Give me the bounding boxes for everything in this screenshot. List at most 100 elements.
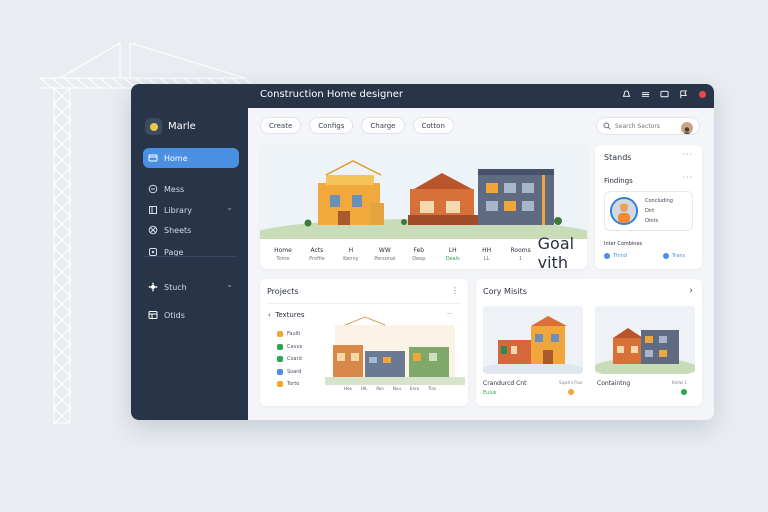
- list-item[interactable]: Faulti: [277, 328, 302, 341]
- hero-houses-illustration: [260, 145, 587, 239]
- chevron-right-icon[interactable]: ›: [689, 286, 693, 296]
- library-icon: [149, 206, 157, 214]
- window-title: Construction Home designer: [260, 89, 403, 100]
- project-icon: [277, 343, 283, 350]
- sidebar-item-stuch[interactable]: Stuch ⌄: [143, 277, 239, 297]
- project-icon: [277, 368, 283, 375]
- projects-card: Projects ⋮ ‹ Textures ··· Faulti Cavus C…: [260, 279, 468, 406]
- settings-icon: [148, 282, 158, 292]
- tile-caption: Crandurcd Cnt: [483, 380, 527, 387]
- brand[interactable]: Marle: [145, 118, 196, 135]
- tile-meta: Sujarni Flue: [559, 380, 583, 385]
- stat-item[interactable]: WW Personal: [368, 241, 402, 267]
- city-card: Cory Misits › Crandurcd Cnt Euius Sujarn…: [476, 279, 702, 406]
- sidebar-item-home[interactable]: Home: [143, 148, 239, 168]
- chevron-down-icon: ⌄: [226, 280, 233, 289]
- calendar-icon: [148, 311, 158, 319]
- search-input[interactable]: [615, 122, 675, 130]
- alert-icon[interactable]: [697, 89, 708, 100]
- list-item[interactable]: Cavus: [277, 341, 302, 354]
- more-icon[interactable]: ···: [682, 173, 693, 182]
- globe-icon: [604, 253, 610, 259]
- logo-icon: [145, 118, 162, 135]
- more-vertical-icon[interactable]: ⋮: [451, 286, 459, 295]
- project-list: Faulti Cavus Coard Soard Torto: [277, 328, 302, 391]
- notification-icon[interactable]: [621, 89, 632, 100]
- stats-row: Home Tome Acts Profile H Kenny WW Personal F…: [266, 234, 582, 272]
- sidebar-item-label: Sheets: [164, 225, 192, 235]
- sidebar-item-mess[interactable]: Mess: [143, 179, 239, 199]
- list-item[interactable]: Soard: [277, 366, 302, 379]
- stands-panel: Stands ··· Findings ··· Concluding Dirt …: [595, 145, 702, 269]
- sidebar-item-label: Mess: [164, 184, 185, 194]
- home-icon: [148, 154, 158, 162]
- sidebar: Marle Home Mess Library ⌄ Sheets Page St…: [131, 108, 248, 420]
- chip-create[interactable]: Create: [260, 117, 302, 134]
- status-dot-icon: [568, 389, 574, 395]
- chat-icon[interactable]: [659, 89, 670, 100]
- chip-configs[interactable]: Configs: [309, 117, 354, 134]
- main-content: Create Configs Charge Cotton Search Sect…: [248, 108, 714, 420]
- more-icon[interactable]: ···: [682, 150, 693, 159]
- title-bar: Construction Home designer: [131, 84, 714, 108]
- section-title: Findings: [604, 177, 633, 185]
- sheets-icon: [148, 225, 158, 235]
- chip-charge[interactable]: Charge: [361, 117, 405, 134]
- worker-avatar: [610, 197, 638, 225]
- search-box[interactable]: [596, 117, 700, 135]
- status-dot-icon: [681, 389, 687, 395]
- city-tile[interactable]: [595, 306, 695, 374]
- stat-goal[interactable]: Goal vith: [538, 234, 582, 272]
- profile-card[interactable]: Concluding Dirt Oints: [604, 191, 693, 231]
- avatar[interactable]: [681, 122, 693, 134]
- city-tile[interactable]: [483, 306, 583, 374]
- sidebar-divider: [143, 256, 237, 257]
- link-trans[interactable]: Trans: [662, 253, 685, 259]
- project-icon: [277, 381, 283, 388]
- sidebar-item-sheets[interactable]: Sheets: [143, 220, 239, 240]
- card-title: Projects: [267, 287, 299, 296]
- sidebar-item-otids[interactable]: Otids: [143, 305, 239, 325]
- sidebar-item-label: Otids: [164, 310, 185, 320]
- panel-title: Stands: [604, 153, 632, 162]
- stat-item[interactable]: Acts Profile: [300, 241, 334, 267]
- stat-item[interactable]: Rooms 1: [504, 241, 538, 267]
- project-icon: [277, 331, 283, 338]
- tile-status: Euius: [483, 390, 497, 396]
- app-window: Construction Home designer Marle Home Me…: [131, 84, 714, 420]
- tile-meta: Kmlw 1: [672, 380, 687, 385]
- sidebar-item-label: Library: [164, 205, 192, 215]
- project-icon: [277, 356, 283, 363]
- project-buildings-illustration: [325, 316, 465, 385]
- brand-name: Marle: [168, 121, 196, 132]
- divider: [267, 303, 461, 304]
- stat-item[interactable]: Feb Deep: [402, 241, 436, 267]
- stat-item[interactable]: H Kenny: [334, 241, 368, 267]
- scene-labels: Hoo HIL Ron Nuu Enro Tins: [344, 386, 437, 391]
- search-icon: [603, 122, 611, 130]
- stat-item[interactable]: LH Deals: [436, 241, 470, 267]
- menu-icon[interactable]: [640, 89, 651, 100]
- chevron-down-icon: ⌄: [226, 203, 233, 212]
- panel-footer: Inter Combines: [604, 241, 643, 247]
- sidebar-item-page[interactable]: Page: [143, 242, 239, 262]
- hero-card: Home Tome Acts Profile H Kenny WW Personal F…: [260, 145, 587, 272]
- message-icon: [148, 184, 158, 194]
- textures-toggle[interactable]: ‹ Textures: [268, 311, 305, 319]
- flag-icon[interactable]: [678, 89, 689, 100]
- globe-icon: [662, 253, 669, 259]
- list-item[interactable]: Coard: [277, 353, 302, 366]
- list-item[interactable]: Torto: [277, 378, 302, 391]
- filter-chips: Create Configs Charge Cotton: [260, 117, 454, 134]
- chip-cotton[interactable]: Cotton: [412, 117, 454, 134]
- sidebar-item-label: Home: [164, 153, 188, 163]
- tile-caption: Containtng: [597, 380, 631, 387]
- city-building-illustration: [483, 306, 583, 374]
- card-title: Cory Misits: [483, 287, 527, 296]
- sidebar-item-label: Stuch: [164, 282, 187, 292]
- city-building-illustration: [595, 306, 695, 374]
- stat-item[interactable]: HH LL: [470, 241, 504, 267]
- stat-item[interactable]: Home Tome: [266, 241, 300, 267]
- sidebar-item-library[interactable]: Library ⌄: [143, 200, 239, 220]
- link-thind[interactable]: Thind: [604, 253, 627, 259]
